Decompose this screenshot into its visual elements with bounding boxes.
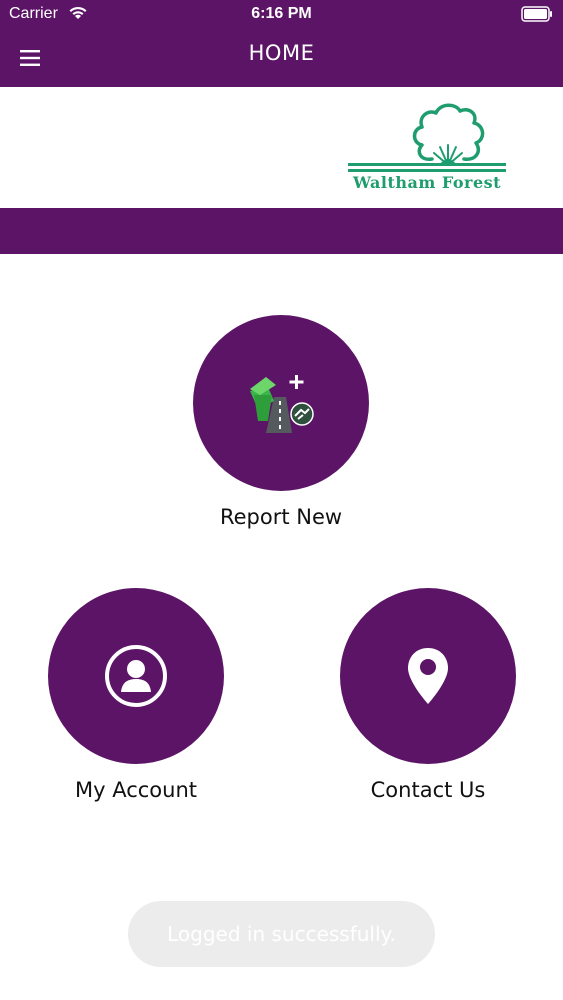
location-pin-icon (408, 648, 448, 704)
nav-bar: HOME (0, 30, 563, 87)
report-new-icon (250, 375, 314, 433)
logo-banner: Waltham Forest (0, 87, 563, 208)
toast-message: Logged in successfully. (167, 922, 396, 946)
tree-logo-icon (348, 103, 506, 172)
status-bar: Carrier 6:16 PM (0, 0, 563, 30)
report-new-button[interactable] (193, 315, 369, 491)
my-account-button[interactable] (48, 588, 224, 764)
user-account-icon (105, 645, 167, 707)
page-title: HOME (248, 41, 315, 65)
logo-text: Waltham Forest (352, 173, 502, 192)
contact-us-button[interactable] (340, 588, 516, 764)
report-new-label: Report New (219, 505, 343, 529)
waltham-forest-logo: Waltham Forest (346, 99, 508, 197)
my-account-label: My Account (74, 778, 197, 802)
battery-icon (521, 6, 552, 22)
contact-us-label: Contact Us (370, 778, 486, 802)
header-divider-band (0, 208, 563, 254)
status-time: 6:16 PM (251, 5, 312, 22)
toast-notification: Logged in successfully. (128, 901, 435, 967)
